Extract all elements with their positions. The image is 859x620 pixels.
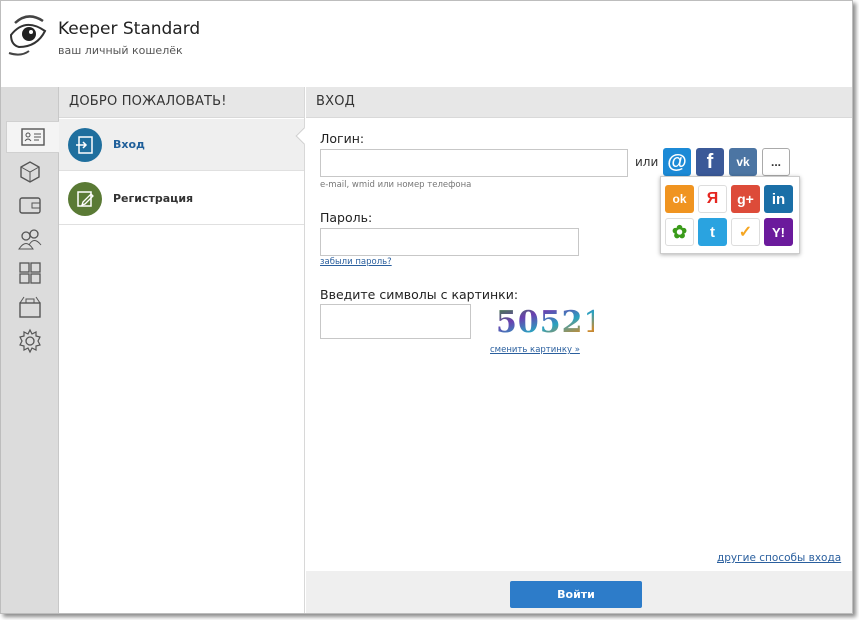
menu-item-login-label: Вход (113, 138, 145, 151)
odnoklassniki-icon[interactable]: ok (665, 185, 694, 213)
menu-item-login[interactable]: Вход (59, 119, 304, 171)
password-input[interactable] (320, 228, 579, 256)
captcha-label: Введите символы с картинки: (320, 287, 519, 302)
or-text: или (635, 155, 659, 169)
wallet-icon[interactable] (10, 189, 50, 221)
logo-icon (8, 15, 47, 56)
bag-icon[interactable] (10, 291, 50, 323)
login-panel: ВХОД Логин: или @ f vk ... e-mail, wmid … (306, 87, 852, 613)
forgot-password-link[interactable]: забыли пароль? (320, 257, 392, 267)
login-hint: e-mail, wmid или номер телефона (320, 180, 472, 190)
menu-item-register[interactable]: Регистрация (59, 173, 304, 225)
users-icon[interactable] (10, 223, 50, 255)
icq-icon[interactable]: ✿ (665, 218, 694, 246)
mailru-icon[interactable]: ✓ (731, 218, 760, 246)
password-label: Пароль: (320, 210, 373, 225)
menu-item-register-label: Регистрация (113, 192, 194, 205)
twitter-icon[interactable]: t (698, 218, 727, 246)
login-label: Логин: (320, 131, 365, 146)
app-subtitle: ваш личный кошелёк (58, 44, 183, 57)
submit-button[interactable]: Войти (510, 581, 642, 608)
more-button[interactable]: ... (762, 148, 790, 176)
app-title: Keeper Standard (58, 19, 201, 39)
login-footer: Войти (306, 571, 852, 613)
facebook-icon[interactable]: f (696, 148, 724, 176)
vk-icon[interactable]: vk (729, 148, 757, 176)
other-methods-link[interactable]: другие способы входа (717, 552, 841, 564)
yandex-icon[interactable]: Я (698, 185, 727, 213)
yahoo-icon[interactable]: Y! (764, 218, 793, 246)
login-heading: ВХОД (306, 87, 852, 118)
change-captcha-link[interactable]: сменить картинку » (490, 345, 580, 355)
app-window: Keeper Standard ваш личный кошелёк ДОБРО… (0, 0, 853, 614)
id-card-icon[interactable] (6, 121, 59, 153)
captcha-image: 50521 (496, 305, 594, 339)
google-plus-icon[interactable]: g+ (731, 185, 760, 213)
gear-icon[interactable] (10, 325, 50, 357)
welcome-heading: ДОБРО ПОЖАЛОВАТЬ! (59, 87, 304, 118)
login-input[interactable] (320, 149, 628, 177)
phone-grid-icon[interactable] (10, 257, 50, 289)
edit-icon (68, 181, 102, 216)
welcome-panel: ДОБРО ПОЖАЛОВАТЬ! Вход Регистрация (59, 87, 313, 613)
captcha-text: 50521 (496, 305, 594, 339)
header: Keeper Standard ваш личный кошелёк (1, 1, 852, 87)
social-popup: ok Я g+ in ✿ t ✓ Y! (660, 176, 800, 254)
sidebar-icons (1, 87, 59, 613)
box-icon[interactable] (10, 155, 50, 187)
captcha-input[interactable] (320, 304, 471, 339)
login-icon (68, 127, 102, 162)
mail-icon[interactable]: @ (663, 148, 691, 176)
linkedin-icon[interactable]: in (764, 185, 793, 213)
